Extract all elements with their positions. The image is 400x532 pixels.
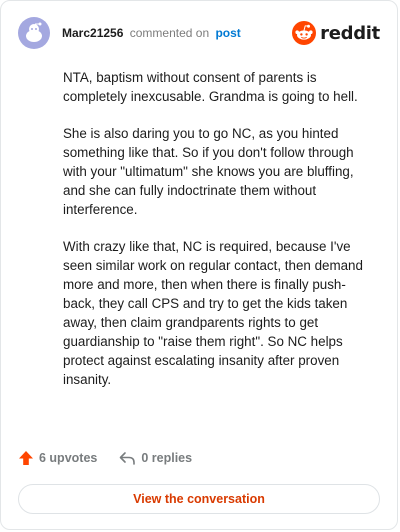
comment-paragraph: She is also daring you to go NC, as you … [63, 126, 354, 217]
commented-on-text: commented on [129, 26, 210, 40]
reddit-wordmark: reddit [320, 22, 380, 44]
user-avatar[interactable] [18, 17, 50, 49]
comment-card: Marc21256 commented on post reddit NTA, … [0, 0, 398, 530]
comment-header: Marc21256 commented on post reddit [18, 15, 380, 51]
comment-body: NTA, baptism without consent of parents … [63, 68, 375, 407]
post-link[interactable]: post [215, 26, 240, 40]
comment-actions: 6 upvotes 0 replies [18, 450, 214, 466]
upvote-count: 6 upvotes [39, 451, 98, 465]
reddit-snoo-icon [292, 21, 317, 45]
view-conversation-button[interactable]: View the conversation [18, 484, 380, 514]
upvote-arrow-icon [19, 451, 33, 465]
username[interactable]: Marc21256 [62, 26, 123, 40]
comment-paragraph: NTA, baptism without consent of parents … [63, 70, 358, 104]
reply-count: 0 replies [141, 451, 193, 465]
reply-button[interactable]: 0 replies [119, 450, 192, 466]
reddit-logo[interactable]: reddit [292, 21, 380, 45]
comment-meta: Marc21256 commented on post [62, 26, 241, 40]
reply-arrow-icon [120, 452, 136, 465]
upvote-button[interactable]: 6 upvotes [18, 450, 97, 466]
comment-paragraph: With crazy like that, NC is required, be… [63, 239, 363, 387]
snoo-avatar-icon [26, 22, 42, 42]
